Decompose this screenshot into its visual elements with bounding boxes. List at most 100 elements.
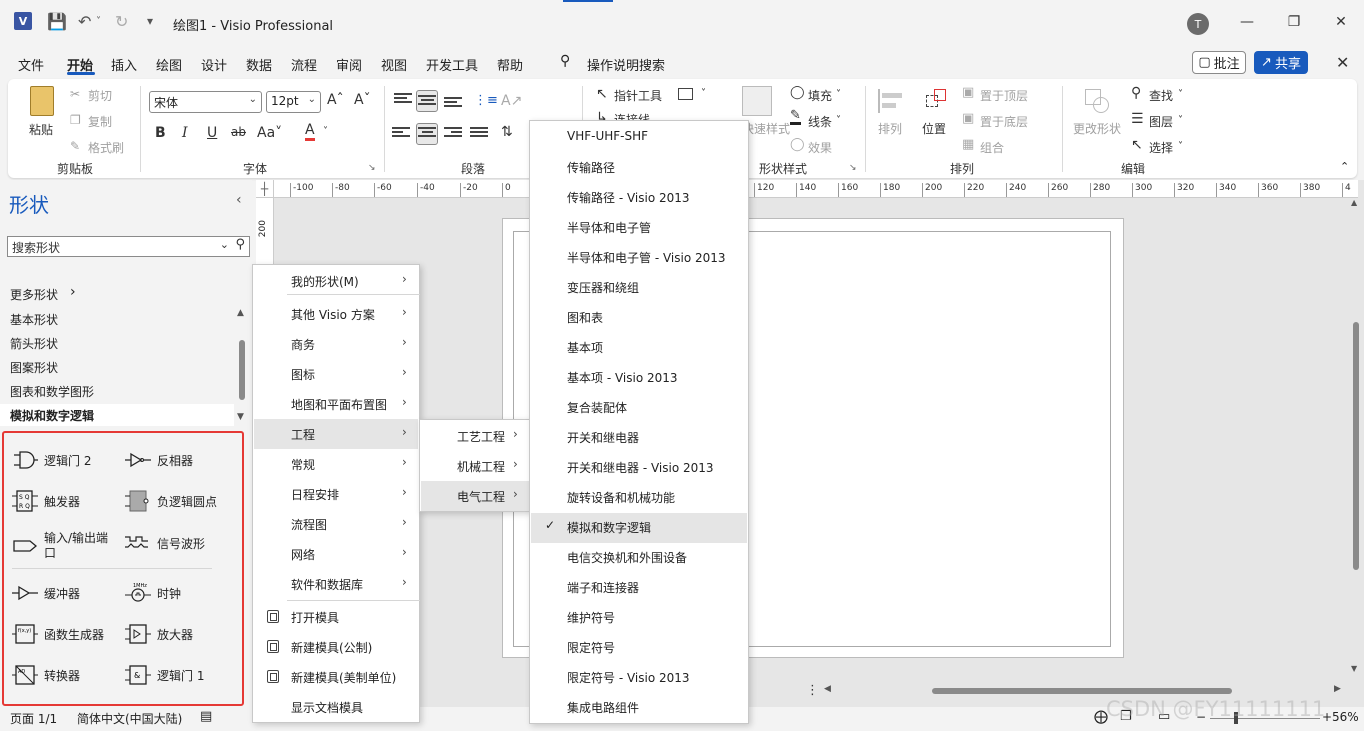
shrink-font-icon[interactable]: Aˇ [354,92,371,108]
stencil-item[interactable]: 变压器和绕组 [567,279,639,296]
menu-item-new-stencil-us[interactable]: 新建模具(美制单位) [291,669,396,686]
send-to-back-button[interactable]: 置于底层 [980,113,1028,130]
stencil-basic-shapes[interactable]: 基本形状 [10,311,58,328]
search-shapes-input[interactable]: 搜索形状 ⌄ ⚲ [7,236,250,257]
save-icon[interactable]: 💾 [47,12,67,31]
tab-design[interactable]: 设计 [201,55,227,74]
tab-review[interactable]: 审阅 [336,55,362,74]
ruler-origin-icon[interactable]: ┼ [256,180,274,198]
shape-flip-flop[interactable]: S Q R Q 触发器 [12,490,80,512]
tab-view[interactable]: 视图 [381,55,407,74]
font-name-combo[interactable]: 宋体 ⌄ [149,91,262,113]
decrease-indent-icon[interactable]: ⇅ [501,124,513,140]
shape-clock[interactable]: 1MHz 时钟 [125,582,181,604]
stencil-item[interactable]: 传输路径 [567,159,615,176]
chevron-down-icon[interactable]: ˅ [323,126,328,137]
italic-icon[interactable]: I [182,125,188,141]
position-icon[interactable] [922,87,950,115]
close-ribbon-icon[interactable]: ✕ [1336,53,1349,72]
tab-developer[interactable]: 开发工具 [426,55,478,74]
zoom-slider-thumb[interactable] [1234,712,1238,724]
zoom-slider[interactable] [1210,718,1320,719]
scroll-up-icon[interactable]: ▲ [1351,198,1357,207]
undo-dropdown-icon[interactable]: ˅ [96,16,101,27]
comment-button[interactable]: ▢ 批注 [1192,51,1246,74]
position-button[interactable]: 位置 [922,120,946,137]
stencil-item[interactable]: 旋转设备和机械功能 [567,489,675,506]
stencil-item[interactable]: 限定符号 - Visio 2013 [567,669,690,686]
scroll-thumb[interactable] [1353,322,1359,570]
align-top-icon[interactable] [394,93,412,107]
shape-converter[interactable]: AD 转换器 [12,664,80,686]
zoom-out-icon[interactable]: − [1196,710,1206,724]
stencil-scrollbar[interactable]: ▲ ▼ [236,308,248,426]
tab-process[interactable]: 流程 [291,55,317,74]
vertical-scrollbar[interactable]: ▲ ▼ [1348,198,1364,678]
tab-data[interactable]: 数据 [246,55,272,74]
scroll-right-icon[interactable]: ▶ [1334,684,1341,694]
dialog-launcher-icon[interactable]: ↘ [849,163,857,173]
menu-item-process-engineering[interactable]: 工艺工程 [457,428,505,445]
stencil-item[interactable]: 维护符号 [567,609,615,626]
font-size-combo[interactable]: 12pt ⌄ [266,91,321,113]
search-icon[interactable]: ⚲ [235,237,245,252]
shape-io-port[interactable]: 输入/输出端口 [12,531,116,561]
more-shapes-button[interactable]: 更多形状 [10,286,58,303]
chevron-down-icon[interactable]: ˅ [1178,141,1183,152]
stencil-item[interactable]: VHF-UHF-SHF [567,129,648,143]
stencil-item[interactable]: 半导体和电子管 [567,219,651,236]
redo-icon[interactable]: ↻ [115,12,128,31]
undo-icon[interactable]: ↶ [78,12,91,31]
select-button[interactable]: 选择 [1149,139,1173,156]
shape-logic-gate-1[interactable]: & 逻辑门 1 [125,664,204,686]
chevron-down-icon[interactable]: ˅ [701,88,706,99]
arrange-icon[interactable] [876,87,904,115]
strikethrough-icon[interactable]: ab [231,125,246,139]
fill-button[interactable]: 填充 [808,87,832,104]
menu-item-electrical-engineering[interactable]: 电气工程 [457,488,505,505]
scroll-down-icon[interactable]: ▼ [1351,664,1357,673]
menu-item-network[interactable]: 网络 [291,546,315,563]
bold-icon[interactable]: B [155,125,166,141]
shape-buffer[interactable]: 缓冲器 [12,582,80,604]
switch-windows-icon[interactable]: ❐ [1120,709,1132,724]
menu-item-business[interactable]: 商务 [291,336,315,353]
bullets-icon[interactable]: ⋮≡ [474,93,498,108]
collapse-ribbon-icon[interactable]: ⌃ [1340,160,1349,173]
shape-inverter[interactable]: 反相器 [125,449,193,471]
language-indicator[interactable]: 简体中文(中国大陆) [77,710,182,727]
align-right-icon[interactable] [444,127,462,141]
menu-item-document-stencil[interactable]: 显示文档模具 [291,699,363,716]
stencil-item[interactable]: 图和表 [567,309,603,326]
format-painter-button[interactable]: 格式刷 [88,139,124,156]
bring-to-front-button[interactable]: 置于顶层 [980,87,1028,104]
font-color-icon[interactable]: A [305,123,315,141]
customize-toolbar-icon[interactable]: ▾ [147,14,153,28]
tell-me-search[interactable]: 操作说明搜索 [587,55,665,74]
more-options-icon[interactable]: ⋮ [806,683,819,698]
stencil-item[interactable]: 电信交换机和外围设备 [567,549,687,566]
horizontal-scrollbar[interactable]: ◀ ▶ [820,684,1348,698]
stencil-item[interactable]: 限定符号 [567,639,615,656]
tab-help[interactable]: 帮助 [497,55,523,74]
line-button[interactable]: 线条 [808,113,832,130]
effects-button[interactable]: 效果 [808,139,832,156]
text-direction-icon[interactable]: A↗ [501,93,522,109]
pointer-tool-button[interactable]: 指针工具 [614,87,662,104]
menu-item-maps[interactable]: 地图和平面布置图 [291,396,387,413]
chevron-down-icon[interactable]: ˅ [1178,115,1183,126]
minimize-icon[interactable]: — [1237,12,1257,32]
align-bottom-icon[interactable] [444,97,462,111]
stencil-item[interactable]: 基本项 [567,339,603,356]
shape-amplifier[interactable]: 放大器 [125,623,193,645]
menu-item-icons[interactable]: 图标 [291,366,315,383]
menu-item-engineering[interactable]: 工程 [291,426,315,443]
restore-icon[interactable]: ❐ [1284,12,1304,32]
shape-negative-dot[interactable]: 负逻辑圆点 [125,490,217,512]
scroll-left-icon[interactable]: ◀ [824,684,831,694]
shape-signal-waveform[interactable]: 信号波形 [125,532,205,554]
presentation-mode-icon[interactable]: ▭ [1158,709,1170,724]
paste-icon[interactable] [30,86,54,116]
copy-button[interactable]: 复制 [88,113,112,130]
stencil-item-checked[interactable]: 模拟和数字逻辑 [567,519,651,536]
